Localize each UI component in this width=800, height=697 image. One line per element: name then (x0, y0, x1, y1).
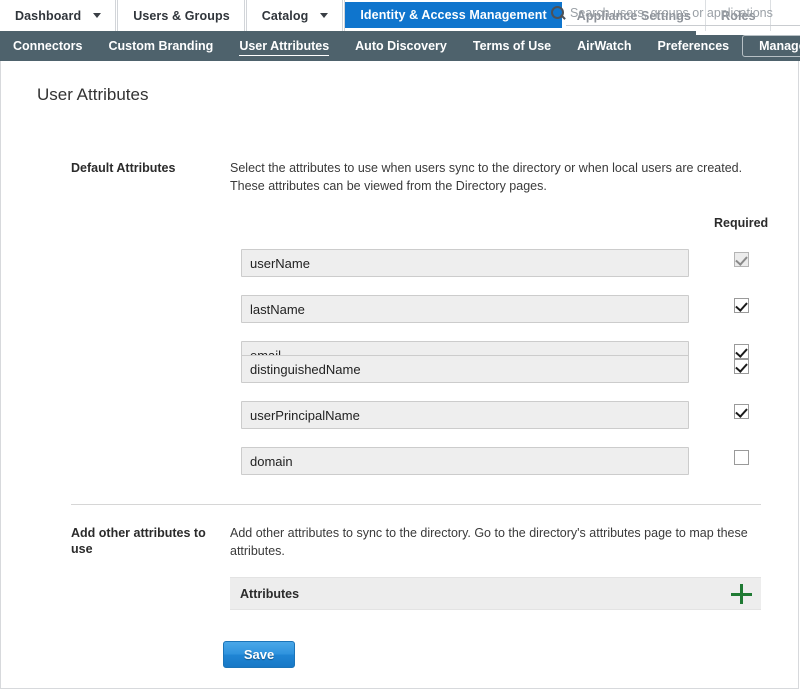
required-checkbox-distinguishedname[interactable] (734, 359, 749, 374)
tab-catalog-label: Catalog (261, 8, 309, 23)
subnav-item-custom-branding-label: Custom Branding (108, 39, 214, 53)
required-checkbox-username[interactable] (734, 252, 749, 267)
default-attributes-label: Default Attributes (71, 161, 176, 175)
sub-navigation-bar: Connectors Custom Branding User Attribut… (0, 31, 800, 61)
content-panel: User Attributes Default Attributes Selec… (0, 61, 799, 689)
subnav-item-terms-of-use[interactable]: Terms of Use (460, 31, 564, 61)
page-title: User Attributes (37, 85, 149, 104)
subnav-item-connectors-label: Connectors (13, 39, 83, 53)
required-column-header: Required (714, 216, 769, 230)
subnav-item-connectors[interactable]: Connectors (0, 31, 95, 61)
attributes-column-header: Attributes (240, 587, 300, 601)
attribute-input-userprincipalname[interactable] (241, 401, 689, 429)
top-navigation-bar: Dashboard Users & Groups Catalog Identit… (0, 0, 800, 32)
search-icon (550, 5, 566, 21)
tab-users-groups-label: Users & Groups (133, 8, 230, 23)
tab-dashboard[interactable]: Dashboard (0, 0, 119, 31)
section-divider (71, 504, 761, 505)
subnav-item-preferences-label: Preferences (657, 39, 730, 53)
add-other-attributes-label: Add other attributes to use (71, 526, 206, 556)
add-other-attributes-description: Add other attributes to sync to the dire… (230, 526, 748, 558)
tab-identity-access-management[interactable]: Identity & Access Management (345, 2, 562, 28)
subnav-item-terms-of-use-label: Terms of Use (472, 39, 552, 53)
tab-dashboard-label: Dashboard (15, 8, 82, 23)
tab-identity-access-management-label: Identity & Access Management (360, 8, 547, 22)
required-checkbox-email[interactable] (734, 344, 749, 359)
subnav-item-user-attributes[interactable]: User Attributes (226, 31, 342, 61)
search-box[interactable]: Search users, groups or applications (548, 0, 800, 26)
subnav-item-user-attributes-label: User Attributes (239, 39, 330, 53)
tab-catalog[interactable]: Catalog (246, 0, 346, 31)
attribute-input-distinguishedname[interactable] (241, 355, 689, 383)
attributes-table: Attributes (230, 577, 761, 610)
subnav-item-auto-discovery-label: Auto Discovery (355, 39, 447, 53)
subnav-item-custom-branding[interactable]: Custom Branding (95, 31, 226, 61)
attribute-input-lastname[interactable] (241, 295, 689, 323)
default-attributes-description: Select the attributes to use when users … (230, 161, 743, 193)
tab-users-groups[interactable]: Users & Groups (118, 0, 247, 31)
manage-button[interactable]: Manage (742, 35, 800, 57)
attribute-input-domain[interactable] (241, 447, 689, 475)
chevron-down-icon[interactable] (93, 13, 102, 18)
subnav-item-auto-discovery[interactable]: Auto Discovery (342, 31, 460, 61)
required-checkbox-userprincipalname[interactable] (734, 404, 749, 419)
subnav-item-preferences[interactable]: Preferences (645, 31, 743, 61)
save-button[interactable]: Save (223, 641, 295, 668)
chevron-down-icon[interactable] (320, 13, 329, 18)
plus-icon[interactable] (731, 583, 753, 605)
required-checkbox-lastname[interactable] (734, 298, 749, 313)
required-checkbox-domain[interactable] (734, 450, 749, 465)
search-input[interactable]: Search users, groups or applications (570, 6, 800, 20)
subnav-item-airwatch-label: AirWatch (577, 39, 632, 53)
attribute-input-username[interactable] (241, 249, 689, 277)
subnav-right-notch (696, 31, 800, 35)
subnav-item-airwatch[interactable]: AirWatch (564, 31, 644, 61)
search-underline (566, 25, 800, 26)
